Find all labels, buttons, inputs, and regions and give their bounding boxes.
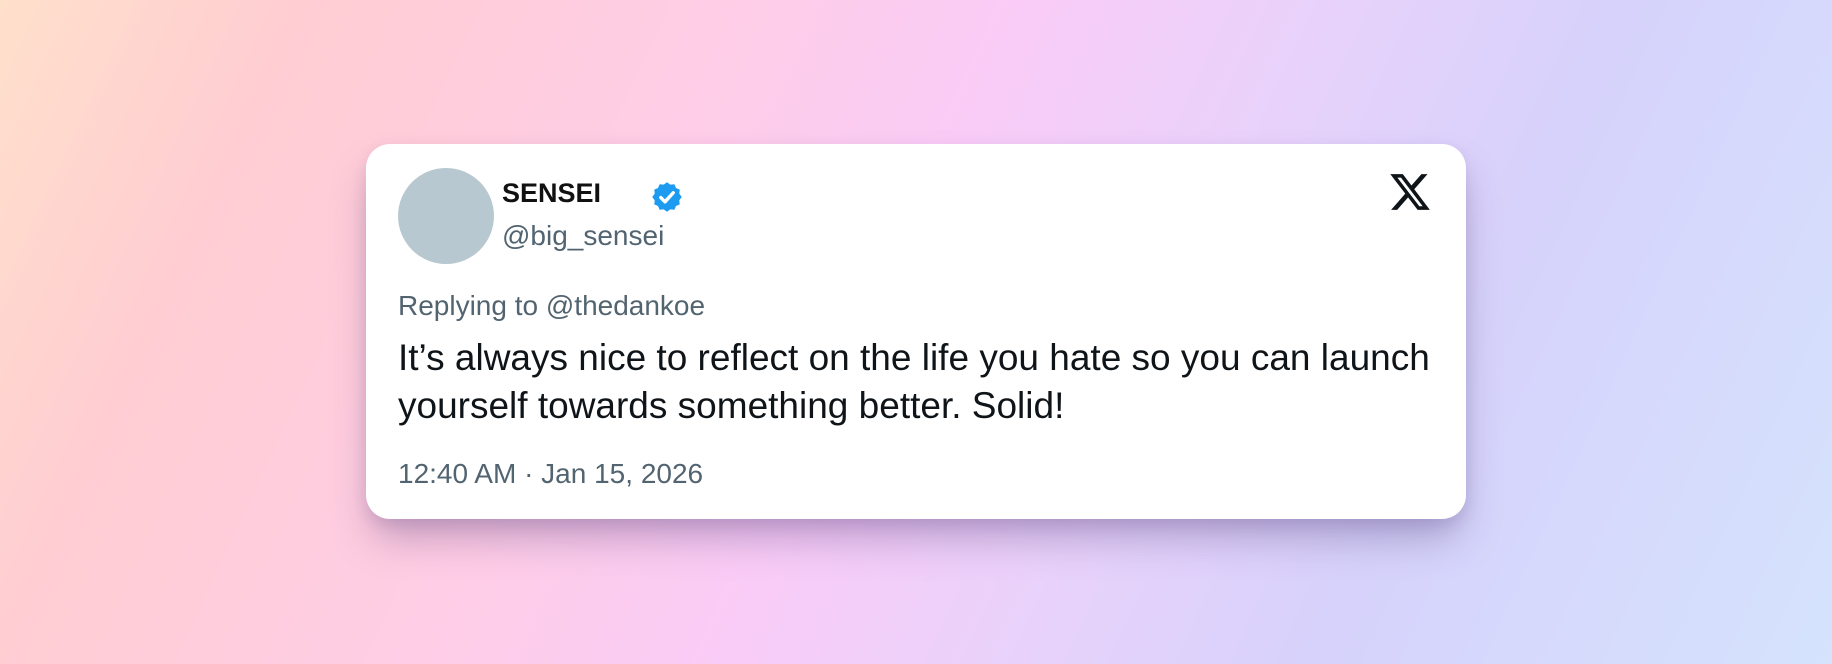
tweet-card[interactable]: SENSEI @big_sensei Replying to @thedanko… (366, 144, 1466, 519)
timestamp[interactable]: 12:40 AM · Jan 15, 2026 (398, 458, 703, 490)
tweet-text: It’s always nice to reflect on the life … (398, 337, 1430, 426)
verified-badge-icon (652, 182, 682, 212)
avatar[interactable] (398, 168, 494, 264)
replying-to[interactable]: Replying to @thedankoe (398, 290, 705, 322)
display-name[interactable]: SENSEI (502, 178, 601, 209)
x-logo-icon[interactable] (1388, 170, 1432, 214)
author-handle[interactable]: @big_sensei (502, 220, 664, 252)
